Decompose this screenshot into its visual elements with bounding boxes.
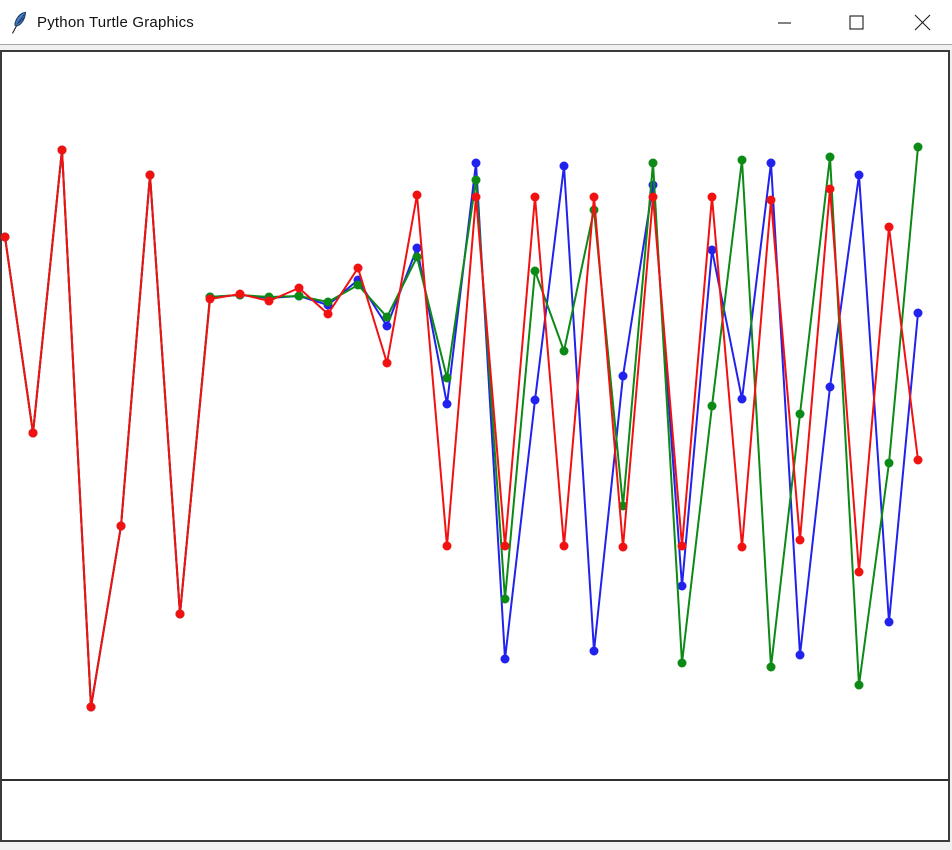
window-title: Python Turtle Graphics (37, 14, 194, 31)
close-button[interactable] (892, 0, 952, 44)
turtle-canvas (0, 50, 950, 842)
maximize-icon (849, 15, 864, 30)
window-controls (722, 0, 952, 44)
python-feather-icon (9, 10, 29, 36)
titlebar[interactable]: Python Turtle Graphics (0, 0, 952, 45)
close-icon (914, 14, 931, 31)
maximize-button[interactable] (826, 0, 886, 44)
minimize-icon (777, 15, 792, 30)
minimize-button[interactable] (754, 0, 814, 44)
turtle-graphics-window: { "window": { "title": "Python Turtle Gr… (0, 0, 952, 850)
